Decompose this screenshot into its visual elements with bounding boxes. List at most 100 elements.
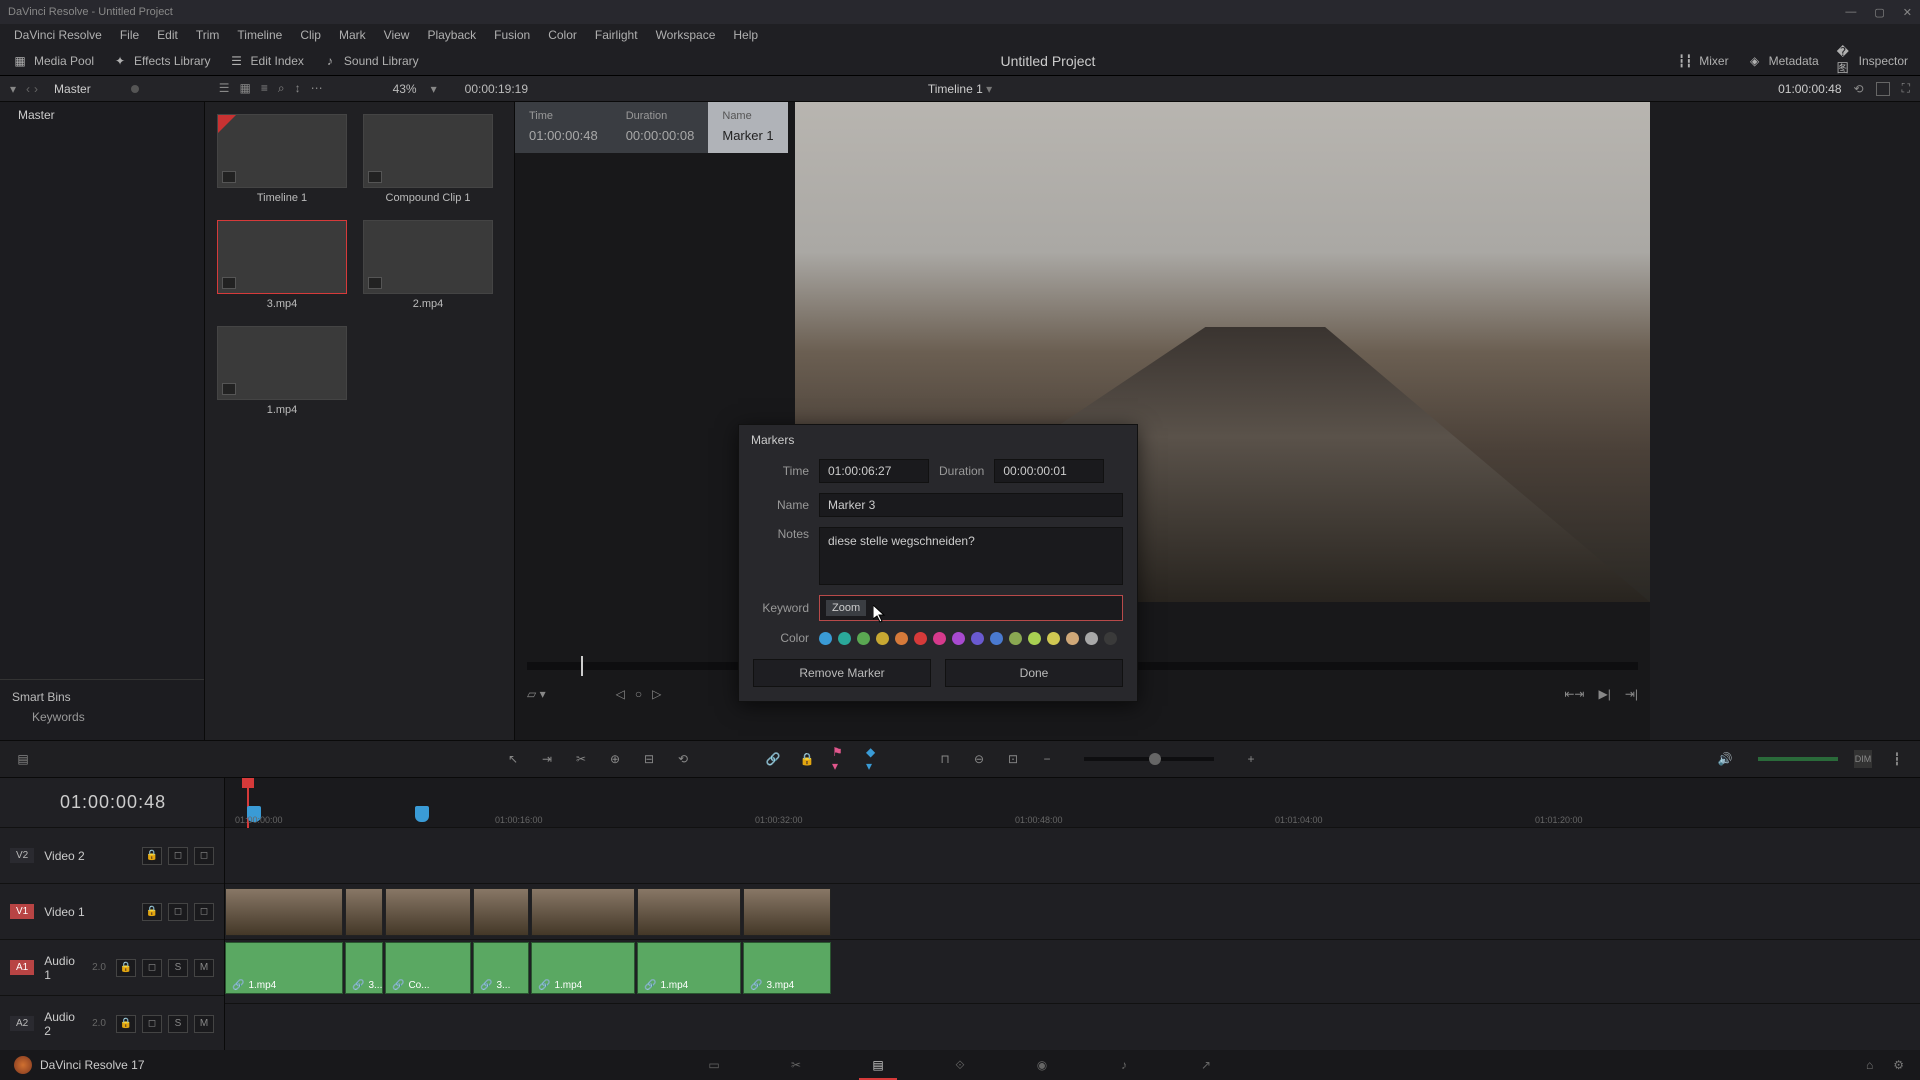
color-swatch[interactable] [1047,632,1060,645]
clip-item[interactable]: 3.mp4 [217,220,347,310]
zoom-slider[interactable] [1084,757,1214,761]
expand-icon[interactable]: ⛶ [1902,81,1910,96]
snap-icon[interactable]: ⊓ [936,750,954,768]
overlay-dropdown[interactable]: ▱ ▾ [527,687,546,701]
audio-clip[interactable]: 🔗3... [345,942,383,994]
insert-icon[interactable]: ⊕ [606,750,624,768]
zoom-out-icon[interactable]: ⊖ [970,750,988,768]
color-filter-dot[interactable] [131,85,139,93]
goto-next-marker-icon[interactable]: ▶| [1598,687,1610,701]
project-settings-icon[interactable]: ⚙ [1893,1058,1904,1072]
a2-lane[interactable] [225,1004,1920,1050]
timeline-name[interactable]: Timeline 1 ▾ [928,82,992,96]
more-icon[interactable]: ⋯ [311,81,323,96]
clip-thumbnail[interactable] [363,220,493,294]
media-page[interactable]: ▭ [703,1054,725,1076]
cut-page[interactable]: ✂ [785,1054,807,1076]
menu-fusion[interactable]: Fusion [486,26,538,44]
color-swatch[interactable] [1028,632,1041,645]
menu-workspace[interactable]: Workspace [648,26,724,44]
fairlight-page[interactable]: ♪ [1113,1054,1135,1076]
maximize-button[interactable]: ▢ [1874,6,1884,19]
remove-marker-button[interactable]: Remove Marker [753,659,931,687]
search-icon[interactable]: ⌕ [278,81,285,96]
color-swatch[interactable] [1009,632,1022,645]
deliver-page[interactable]: ↗ [1195,1054,1217,1076]
toggle-a[interactable]: ◻ [168,903,188,921]
trim-tool-icon[interactable]: ⇥ [538,750,556,768]
keyword-tag[interactable]: Zoom [826,600,866,616]
menu-playback[interactable]: Playback [419,26,484,44]
menu-clip[interactable]: Clip [292,26,329,44]
toggle-a[interactable]: ◻ [142,959,162,977]
track-tag[interactable]: V1 [10,904,34,919]
inspector-toggle[interactable]: �图Inspector [1837,53,1908,69]
edit-index-toggle[interactable]: ☰Edit Index [229,53,304,69]
timeline-ruler[interactable]: 01:00:00:0001:00:16:0001:00:32:0001:00:4… [225,778,1920,828]
color-swatch[interactable] [914,632,927,645]
color-swatch[interactable] [895,632,908,645]
color-swatch[interactable] [1104,632,1117,645]
v2-lane[interactable] [225,828,1920,884]
audio-clip[interactable]: 🔗3.mp4 [743,942,831,994]
menu-timeline[interactable]: Timeline [229,26,290,44]
clip-thumbnail[interactable] [217,326,347,400]
color-swatch[interactable] [1085,632,1098,645]
zoom-plus-icon[interactable]: + [1242,750,1260,768]
done-button[interactable]: Done [945,659,1123,687]
nav-back[interactable]: ‹ [26,82,30,96]
overwrite-icon[interactable]: ⊟ [640,750,658,768]
color-swatch[interactable] [933,632,946,645]
zoom-in-icon[interactable]: − [1038,750,1056,768]
toggle-b[interactable]: ◻ [194,847,214,865]
audio-clip[interactable]: 🔗1.mp4 [637,942,741,994]
track-tag[interactable]: A2 [10,1016,34,1031]
color-swatch[interactable] [857,632,870,645]
color-page[interactable]: ◉ [1031,1054,1053,1076]
mixer-toggle[interactable]: ┇┇Mixer [1677,53,1728,69]
menu-color[interactable]: Color [540,26,585,44]
color-swatch[interactable] [876,632,889,645]
color-swatch[interactable] [952,632,965,645]
lock-toggle[interactable]: 🔒 [142,847,162,865]
marker-icon-2[interactable] [415,806,429,822]
chevron-down-icon[interactable]: ▾ [431,82,437,96]
solo-toggle[interactable]: S [168,1015,188,1033]
lock-icon[interactable]: 🔒 [798,750,816,768]
edit-page[interactable]: ▤ [867,1054,889,1076]
color-swatch[interactable] [838,632,851,645]
audio-clip[interactable]: 🔗Co... [385,942,471,994]
v1-lane[interactable] [225,884,1920,940]
track-header[interactable]: V2Video 2🔒◻◻ [0,827,224,883]
track-tag[interactable]: A1 [10,960,34,975]
color-swatch[interactable] [1066,632,1079,645]
clip-item[interactable]: 2.mp4 [363,220,493,310]
home-icon[interactable]: ⌂ [1866,1058,1873,1072]
color-swatch[interactable] [819,632,832,645]
timeline-view-icon[interactable]: ▤ [14,750,32,768]
video-clip[interactable] [225,888,343,936]
mute-toggle[interactable]: M [194,1015,214,1033]
menu-davinci-resolve[interactable]: DaVinci Resolve [6,26,110,44]
media-pool-toggle[interactable]: ▦Media Pool [12,53,94,69]
clip-thumbnail[interactable] [217,220,347,294]
viewer-zoom[interactable]: 43% [393,82,417,96]
clip-item[interactable]: Compound Clip 1 [363,114,493,204]
lock-toggle[interactable]: 🔒 [142,903,162,921]
toggle-a[interactable]: ◻ [142,1015,162,1033]
bypass-icon[interactable]: ⟲ [1854,82,1864,96]
replace-icon[interactable]: ⟲ [674,750,692,768]
solo-toggle[interactable]: S [168,959,188,977]
metadata-toggle[interactable]: ◈Metadata [1747,53,1819,69]
view-grid-icon[interactable]: ▦ [239,81,250,96]
volume-icon[interactable]: 🔊 [1716,750,1734,768]
meters-icon[interactable]: ┇ [1888,750,1906,768]
name-input[interactable] [819,493,1123,517]
audio-clip[interactable]: 🔗1.mp4 [225,942,343,994]
video-clip[interactable] [473,888,529,936]
menu-mark[interactable]: Mark [331,26,374,44]
audio-clip[interactable]: 🔗3... [473,942,529,994]
fusion-page[interactable]: ⟐ [949,1054,971,1076]
audio-clip[interactable]: 🔗1.mp4 [531,942,635,994]
blade-tool-icon[interactable]: ✂ [572,750,590,768]
